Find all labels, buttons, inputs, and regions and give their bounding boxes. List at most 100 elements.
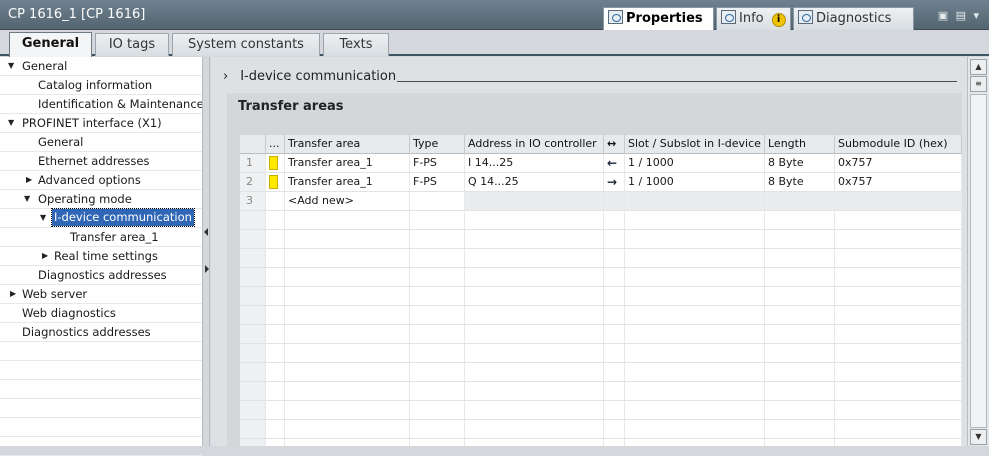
tree-item-label: Web server — [22, 287, 88, 301]
empty-cell — [410, 382, 465, 400]
column-header-marker[interactable]: ... — [266, 135, 285, 154]
transfer-area-name-cell[interactable]: Transfer area_1 — [285, 154, 410, 172]
submodule-id-cell[interactable]: 0x757 — [835, 173, 962, 191]
type-cell[interactable]: F-PS — [410, 154, 465, 172]
length-cell[interactable]: 8 Byte — [765, 154, 835, 172]
tree-item-ethernet-addresses[interactable]: Ethernet addresses — [0, 152, 202, 171]
tree-item-profinet-interface[interactable]: ▼ PROFINET interface (X1) — [0, 114, 202, 133]
tree-item-diagnostics-addresses[interactable]: Diagnostics addresses — [0, 266, 202, 285]
empty-cell — [625, 439, 765, 446]
expanded-arrow-icon[interactable]: ▼ — [24, 190, 34, 208]
table-row[interactable]: 1 Transfer area_1 F-PS I 14...25 ← 1 / 1… — [240, 154, 962, 173]
table-row[interactable]: 2 Transfer area_1 F-PS Q 14...25 → 1 / 1… — [240, 173, 962, 192]
expanded-arrow-icon[interactable]: ▼ — [8, 57, 18, 75]
empty-cell — [410, 401, 465, 419]
column-header-type[interactable]: Type — [410, 135, 465, 154]
empty-cell — [285, 439, 410, 446]
collapsed-arrow-icon[interactable]: ▶ — [10, 285, 20, 303]
empty-table-row — [240, 249, 962, 268]
collapsed-arrow-icon[interactable]: ▶ — [42, 247, 52, 265]
arrow-right-icon[interactable]: → — [604, 173, 625, 191]
diagnostics-tab[interactable]: Diagnostics — [793, 7, 914, 30]
empty-cell — [240, 420, 266, 438]
tree-item-advanced-options[interactable]: ▶ Advanced options — [0, 171, 202, 190]
tree-item-label: Catalog information — [38, 78, 153, 92]
empty-cell — [410, 268, 465, 286]
empty-cell — [604, 420, 625, 438]
empty-cell — [765, 192, 835, 210]
empty-cell — [240, 439, 266, 446]
tree-item-label: Operating mode — [38, 192, 132, 206]
tab-system-constants[interactable]: System constants — [172, 33, 320, 56]
empty-cell — [465, 401, 604, 419]
empty-cell — [625, 382, 765, 400]
tree-empty-row — [0, 361, 202, 380]
type-cell[interactable]: F-PS — [410, 173, 465, 191]
scroll-up-icon[interactable]: ▲ — [970, 59, 987, 75]
slot-cell[interactable]: 1 / 1000 — [625, 154, 765, 172]
column-header-slot[interactable]: Slot / Subslot in I-device — [625, 135, 765, 154]
scroll-down-icon[interactable]: ▼ — [970, 429, 987, 445]
empty-cell — [465, 306, 604, 324]
tab-texts[interactable]: Texts — [323, 33, 389, 56]
collapsed-arrow-icon[interactable]: ▶ — [26, 171, 36, 189]
vertical-scrollbar[interactable]: ▲ ≡ ▼ — [967, 57, 989, 446]
column-header-direction[interactable]: ↔ — [604, 135, 625, 154]
properties-tab[interactable]: Properties — [603, 7, 714, 30]
pane-splitter[interactable] — [202, 57, 210, 446]
expand-right-icon[interactable] — [205, 265, 209, 273]
scroll-track[interactable] — [970, 94, 987, 428]
empty-table-row — [240, 211, 962, 230]
empty-cell — [765, 306, 835, 324]
info-tab[interactable]: Info i — [716, 7, 791, 30]
tree-item-transfer-area-1[interactable]: Transfer area_1 — [0, 228, 202, 247]
add-new-cell[interactable]: <Add new> — [285, 192, 410, 210]
add-new-row[interactable]: 3 <Add new> — [240, 192, 962, 211]
empty-cell — [765, 439, 835, 446]
address-cell[interactable]: I 14...25 — [465, 154, 604, 172]
empty-cell — [625, 287, 765, 305]
submodule-id-cell[interactable]: 0x757 — [835, 154, 962, 172]
empty-cell — [285, 287, 410, 305]
empty-cell — [765, 344, 835, 362]
scroll-menu-icon[interactable]: ≡ — [970, 76, 987, 92]
empty-cell — [625, 230, 765, 248]
expanded-arrow-icon[interactable]: ▼ — [8, 114, 18, 132]
tree-item-web-server[interactable]: ▶ Web server — [0, 285, 202, 304]
tree-item-i-device-communication[interactable]: ▼ I-device communication — [0, 208, 202, 228]
tree-item-catalog-information[interactable]: Catalog information — [0, 76, 202, 95]
tab-general[interactable]: General — [9, 32, 92, 57]
empty-cell — [835, 211, 962, 229]
tree-item-operating-mode[interactable]: ▼ Operating mode — [0, 190, 202, 209]
column-header-rownum — [240, 135, 266, 154]
tab-io-tags[interactable]: IO tags — [95, 33, 169, 56]
transfer-area-marker — [266, 173, 285, 191]
empty-cell — [285, 420, 410, 438]
tree-item-interface-general[interactable]: General — [0, 133, 202, 152]
tree-item-real-time-settings[interactable]: ▶ Real time settings — [0, 247, 202, 266]
tree-item-web-diagnostics[interactable]: Web diagnostics — [0, 304, 202, 323]
tree-item-label: General — [22, 59, 68, 73]
arrow-left-icon[interactable]: ← — [604, 154, 625, 172]
address-cell[interactable]: Q 14...25 — [465, 173, 604, 191]
empty-cell — [765, 268, 835, 286]
column-header-transfer-area[interactable]: Transfer area — [285, 135, 410, 154]
collapse-left-icon[interactable] — [204, 228, 208, 236]
empty-cell — [465, 211, 604, 229]
window-controls-icon[interactable]: ▣ ▤ ▾ — [938, 9, 981, 22]
empty-cell — [266, 439, 285, 446]
tree-item-diagnostics-addresses-2[interactable]: Diagnostics addresses — [0, 323, 202, 342]
empty-cell — [835, 230, 962, 248]
tree-item-general[interactable]: ▼ General — [0, 57, 202, 76]
column-header-length[interactable]: Length — [765, 135, 835, 154]
slot-cell[interactable]: 1 / 1000 — [625, 173, 765, 191]
tree-item-identification-maintenance[interactable]: Identification & Maintenance — [0, 95, 204, 114]
empty-cell — [625, 192, 765, 210]
transfer-area-name-cell[interactable]: Transfer area_1 — [285, 173, 410, 191]
column-header-submodule-id[interactable]: Submodule ID (hex) — [835, 135, 962, 154]
row-number: 3 — [240, 192, 266, 210]
empty-cell — [465, 287, 604, 305]
column-header-address[interactable]: Address in IO controller — [465, 135, 604, 154]
length-cell[interactable]: 8 Byte — [765, 173, 835, 191]
expanded-arrow-icon[interactable]: ▼ — [40, 209, 50, 227]
